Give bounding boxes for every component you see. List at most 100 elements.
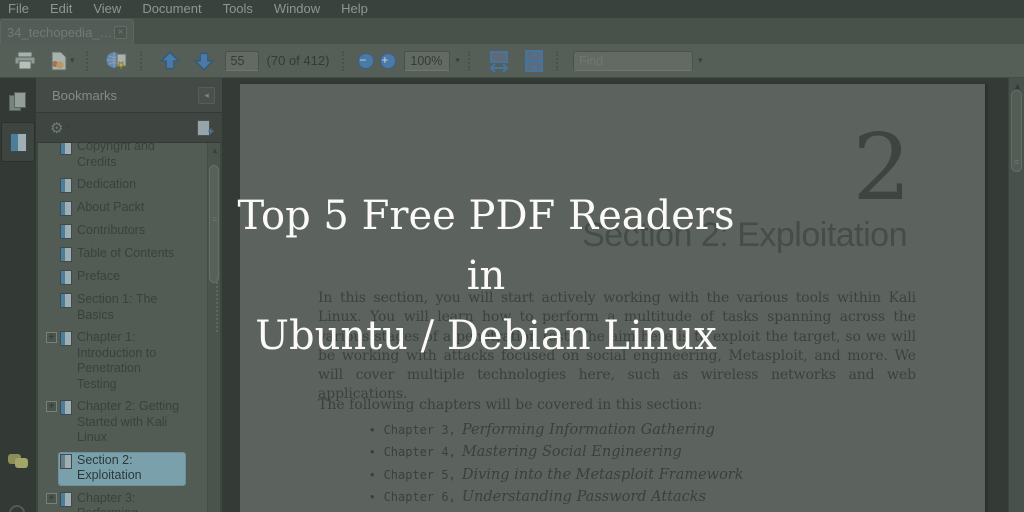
fit-width-button[interactable] <box>483 48 515 74</box>
expander-icon[interactable] <box>46 248 57 259</box>
zoom-out-button[interactable]: − <box>358 52 375 69</box>
bookmark-item[interactable]: Section 1: The Basics <box>38 289 220 327</box>
menu-item-document[interactable]: Document <box>138 0 212 18</box>
zoom-level-input[interactable]: 100% <box>404 50 451 71</box>
bookmark-item[interactable]: Dedication <box>38 174 220 197</box>
expander-icon[interactable] <box>46 202 57 213</box>
bookmark-label: Copyright and Credits <box>77 143 155 169</box>
save-copy-button[interactable]: ▾ <box>44 49 79 73</box>
expander-icon[interactable] <box>46 294 57 305</box>
bookmark-item[interactable]: Table of Contents <box>38 243 220 266</box>
find-placeholder: Find <box>578 53 604 68</box>
menu-bar: File Edit View Document Tools Window Help <box>0 0 1024 18</box>
menu-item-view[interactable]: View <box>89 0 132 18</box>
expander-icon[interactable]: + <box>46 492 57 504</box>
overlay-title-line2: Ubuntu / Debian Linux <box>255 313 717 359</box>
toolbar: ▾ 55 (70 of 412) − + 100% ▾ Find ▾ <box>0 44 1024 78</box>
sidebar-toolbar: ⚙ ▾ <box>36 113 222 143</box>
tab-close-icon[interactable]: × <box>114 25 127 39</box>
bookmarks-icon <box>9 132 27 152</box>
bookmark-page-icon <box>60 178 72 193</box>
overlay-title-line1: Top 5 Free PDF Readers in <box>237 193 735 299</box>
bookmark-page-icon <box>60 201 72 216</box>
bookmark-label: Section 1: The Basics <box>77 292 158 322</box>
bookmark-item[interactable]: + Chapter 1: Introduction to Penetration… <box>38 327 220 396</box>
sidebar-collapse-button[interactable]: ◂ <box>198 86 215 104</box>
bookmarks-panel-button[interactable] <box>1 122 35 162</box>
thumbnails-panel-button[interactable] <box>1 82 35 122</box>
scroll-up-icon[interactable]: ▲ <box>211 146 219 155</box>
bookmark-page-icon <box>60 491 72 507</box>
bookmark-list-scrollbar[interactable]: ▲ <box>207 143 220 512</box>
sidebar-resize-handle[interactable] <box>216 278 218 332</box>
expander-icon[interactable] <box>46 455 57 466</box>
tab-label: 34_techopedia_… <box>7 24 113 40</box>
page-number-input[interactable]: 55 <box>224 50 259 71</box>
bookmarks-sidebar: Bookmarks ◂ ⚙ ▾ Copyright and Credits De… <box>36 78 222 512</box>
chapter-prefix: Chapter 3, <box>383 423 456 437</box>
bookmark-item[interactable]: Preface <box>38 266 220 289</box>
menu-item-help[interactable]: Help <box>337 0 379 18</box>
expander-icon[interactable] <box>46 179 57 190</box>
print-button[interactable] <box>10 49 40 72</box>
menu-item-file[interactable]: File <box>4 0 40 18</box>
bookmark-item[interactable]: Contributors <box>38 220 220 243</box>
bookmark-label: Chapter 1: Introduction to Penetration T… <box>77 330 157 391</box>
attachments-icon[interactable] <box>9 505 25 512</box>
expander-icon[interactable]: + <box>46 332 57 343</box>
zoom-in-button[interactable]: + <box>380 52 397 69</box>
chapter-list: • Chapter 3, Performing Information Gath… <box>370 422 744 512</box>
expander-icon[interactable] <box>46 225 57 236</box>
expander-icon[interactable] <box>46 143 57 152</box>
bookmark-label: Dedication <box>77 177 137 191</box>
bookmark-label: Preface <box>77 269 121 283</box>
menu-item-window[interactable]: Window <box>270 0 331 18</box>
bookmark-label: About Packt <box>77 200 145 214</box>
bookmark-item[interactable]: Section 2: Exploitation <box>38 450 220 488</box>
scrollbar-thumb[interactable] <box>209 165 219 283</box>
bookmark-page-icon <box>60 270 72 285</box>
menu-item-tools[interactable]: Tools <box>219 0 264 18</box>
document-people-icon <box>48 51 68 71</box>
add-bookmark-icon[interactable] <box>197 119 214 138</box>
fit-width-icon <box>487 50 511 72</box>
chapter-number: 2 <box>852 114 911 221</box>
pdf-reader-window: File Edit View Document Tools Window Help 34_t… <box>0 0 1024 512</box>
bookmark-label: Section 2: Exploitation <box>77 452 142 483</box>
zoom-dropdown-button[interactable]: ▾ <box>452 53 461 68</box>
bookmark-item[interactable]: Copyright and Credits <box>38 143 220 174</box>
bookmark-item[interactable]: + Chapter 3: Performing Information Gath… <box>38 488 220 512</box>
bookmark-page-icon <box>60 293 72 308</box>
document-scrollbar[interactable]: ▲ <box>1008 78 1024 512</box>
gear-icon[interactable]: ⚙ <box>50 119 63 137</box>
printer-icon <box>14 51 36 70</box>
fit-page-button[interactable] <box>519 48 549 74</box>
arrow-up-icon <box>159 50 181 71</box>
expander-icon[interactable] <box>46 271 57 282</box>
bullet-icon: • <box>370 444 375 460</box>
bookmark-item[interactable]: + Chapter 2: Getting Started with Kali L… <box>38 396 220 450</box>
chapter-list-item: • Chapter 3, Performing Information Gath… <box>370 422 744 444</box>
caret-down-icon: ▾ <box>455 55 460 65</box>
toolbar-separator <box>139 50 148 71</box>
next-page-button[interactable] <box>189 49 219 73</box>
scrollbar-thumb[interactable] <box>1011 90 1022 172</box>
menu-item-edit[interactable]: Edit <box>46 0 83 18</box>
side-panel-icon-strip <box>0 78 36 512</box>
arrow-down-icon <box>193 51 215 71</box>
web-preview-button[interactable] <box>101 49 133 73</box>
caret-down-icon: ▾ <box>70 55 75 65</box>
chapter-prefix: Chapter 5, <box>383 467 456 482</box>
find-input[interactable]: Find <box>572 50 693 71</box>
bookmark-item[interactable]: About Packt <box>38 197 220 220</box>
bookmark-page-icon <box>60 143 72 155</box>
chapter-title: Mastering Social Engineering <box>461 444 682 461</box>
document-tab[interactable]: 34_techopedia_… × <box>0 19 134 44</box>
globe-document-icon <box>105 51 129 71</box>
toolbar-separator <box>555 50 564 71</box>
previous-page-button[interactable] <box>155 49 185 73</box>
bookmark-page-icon <box>60 400 72 415</box>
annotations-panel-button[interactable] <box>1 442 35 482</box>
find-dropdown-button[interactable]: ▾ <box>695 53 704 68</box>
expander-icon[interactable]: + <box>46 401 57 412</box>
